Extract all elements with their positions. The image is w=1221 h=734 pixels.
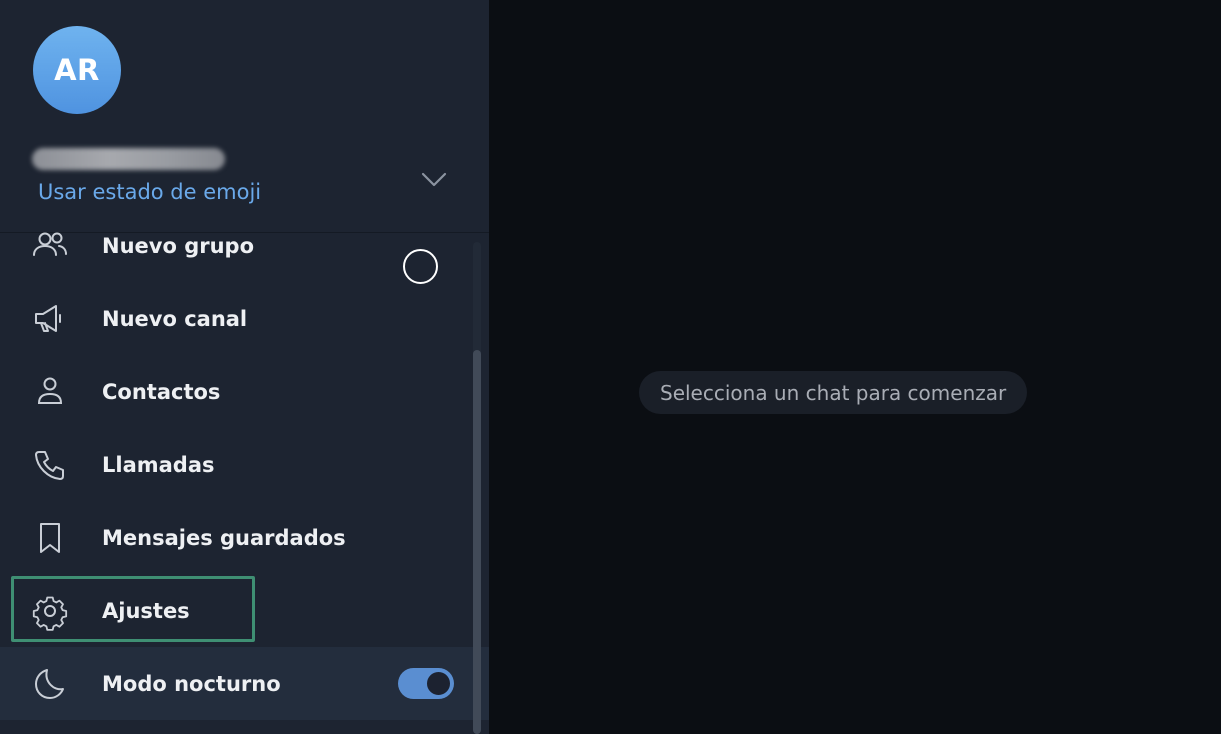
menu-label-contacts: Contactos [102,379,221,404]
menu-item-calls[interactable]: Llamadas [0,428,474,501]
bookmark-icon [30,518,70,558]
empty-state-message: Selecciona un chat para comenzar [639,371,1028,414]
menu-item-new-group[interactable]: Nuevo grupo [0,209,474,282]
avatar[interactable]: AR [33,26,121,114]
menu-item-new-channel[interactable]: Nuevo canal [0,282,474,355]
chevron-down-icon[interactable] [419,166,449,192]
menu-item-contacts[interactable]: Contactos [0,355,474,428]
blurred-username [32,148,225,170]
phone-icon [30,445,70,485]
toggle-knob [424,669,453,698]
menu-label-new-group: Nuevo grupo [102,233,254,258]
night-mode-toggle[interactable] [398,668,454,699]
sidebar: AR Usar estado de emoji Nuevo grupo Nuev… [0,0,489,734]
settings-highlight [11,576,255,642]
scrollbar-thumb[interactable] [473,350,481,734]
profile-header: AR Usar estado de emoji [0,0,489,233]
megaphone-icon [30,299,70,339]
group-icon [30,226,70,266]
main-menu: Nuevo grupo Nuevo canal Contactos Llamad… [0,209,489,734]
moon-icon [30,664,70,704]
menu-label-calls: Llamadas [102,452,215,477]
menu-item-saved-messages[interactable]: Mensajes guardados [0,501,474,574]
menu-label-saved-messages: Mensajes guardados [102,525,346,550]
chat-pane: Selecciona un chat para comenzar [489,0,1221,734]
menu-label-night-mode: Modo nocturno [102,671,281,696]
emoji-status-link[interactable]: Usar estado de emoji [38,180,261,204]
person-icon [30,372,70,412]
menu-label-new-channel: Nuevo canal [102,306,248,331]
